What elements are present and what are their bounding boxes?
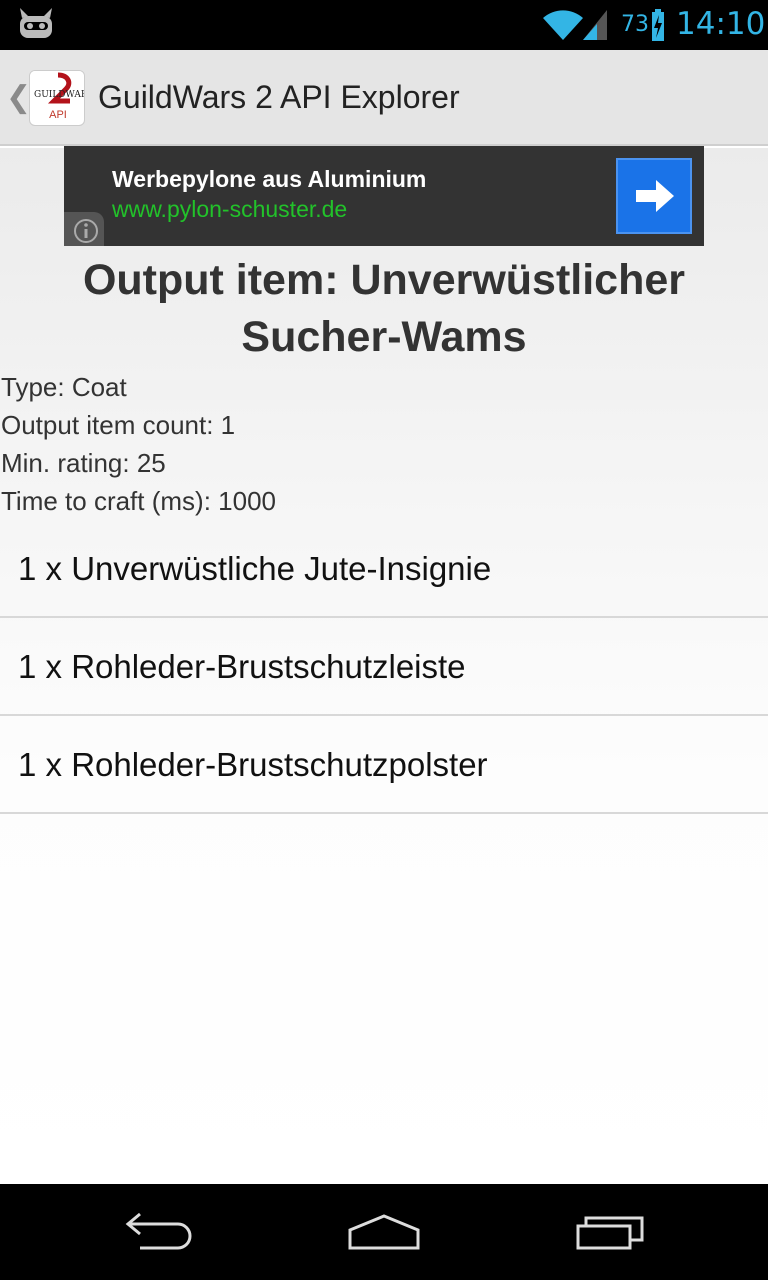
- clock: 14:10: [676, 6, 766, 42]
- battery-percent: 73: [621, 12, 649, 37]
- recent-apps-icon[interactable]: [570, 1204, 650, 1260]
- list-item[interactable]: 1 x Rohleder-Brustschutzpolster: [0, 716, 768, 814]
- arrow-right-icon: [636, 180, 674, 212]
- info-icon: [74, 219, 98, 243]
- guildwars-logo-icon: GUILDWARS: [30, 71, 85, 109]
- app-icon-label: API: [49, 109, 67, 121]
- ad-url[interactable]: www.pylon-schuster.de: [112, 196, 347, 223]
- list-item[interactable]: 1 x Rohleder-Brustschutzleiste: [0, 618, 768, 716]
- recipe-type: Type: Coat: [1, 372, 127, 402]
- ad-arrow-button[interactable]: [616, 158, 692, 234]
- list-item[interactable]: 1 x Unverwüstliche Jute-Insignie: [0, 520, 768, 618]
- back-icon[interactable]: [120, 1204, 200, 1260]
- ad-info-button[interactable]: [64, 212, 104, 246]
- home-icon[interactable]: [344, 1204, 424, 1260]
- ingredient-label: 1 x Rohleder-Brustschutzleiste: [18, 648, 466, 685]
- recipe-output-count: Output item count: 1: [1, 410, 236, 440]
- svg-text:GUILDWARS: GUILDWARS: [34, 90, 85, 100]
- ad-banner[interactable]: Werbepylone aus Aluminium www.pylon-schu…: [64, 146, 704, 246]
- ad-title[interactable]: Werbepylone aus Aluminium: [112, 166, 426, 193]
- signal-icon: [583, 10, 607, 40]
- wifi-icon: [543, 10, 583, 40]
- navigation-bar: [0, 1184, 768, 1280]
- content-area: Werbepylone aus Aluminium www.pylon-schu…: [0, 146, 768, 1184]
- cyanogenmod-robot-icon: [20, 8, 52, 38]
- status-bar: 73 14:10: [0, 0, 768, 50]
- recipe-min-rating: Min. rating: 25: [1, 448, 166, 478]
- ingredient-list: 1 x Unverwüstliche Jute-Insignie 1 x Roh…: [0, 520, 768, 814]
- ingredient-label: 1 x Rohleder-Brustschutzpolster: [18, 746, 488, 783]
- ingredient-label: 1 x Unverwüstliche Jute-Insignie: [18, 550, 492, 587]
- up-navigation-icon[interactable]: ❮: [6, 80, 31, 115]
- recipe-time-to-craft: Time to craft (ms): 1000: [1, 486, 276, 516]
- page-title: Output item: Unverwüstlicher Sucher-Wams: [82, 256, 686, 361]
- action-bar: ❮ GUILDWARS API GuildWars 2 API Explorer: [0, 50, 768, 146]
- app-icon[interactable]: GUILDWARS API: [29, 70, 85, 126]
- app-title: GuildWars 2 API Explorer: [98, 79, 460, 115]
- battery-charging-icon: [652, 9, 664, 41]
